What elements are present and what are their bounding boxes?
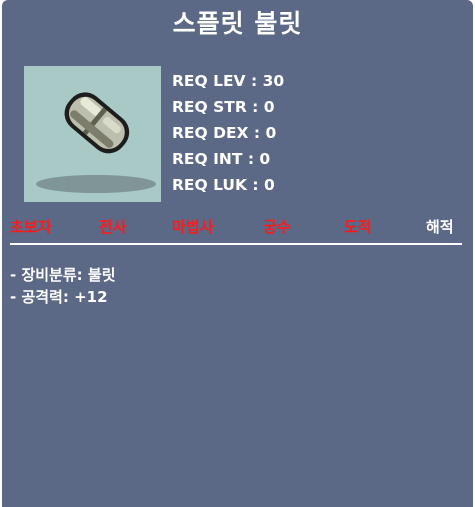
bullet-icon <box>36 92 156 193</box>
stat-attack: - 공격력: +12 <box>10 288 108 306</box>
job-warrior: 전사 <box>99 218 127 236</box>
divider <box>10 243 462 245</box>
job-list: 초보자 전사 마법사 궁수 도적 해적 <box>2 216 473 240</box>
stat-equipment-type: - 장비분류: 불릿 <box>10 266 116 284</box>
job-magician: 마법사 <box>172 218 214 236</box>
req-level: REQ LEV : 30 <box>172 72 285 90</box>
req-str: REQ STR : 0 <box>172 98 275 116</box>
job-thief: 도적 <box>344 218 372 236</box>
job-bowman: 궁수 <box>263 218 291 236</box>
req-luk: REQ LUK : 0 <box>172 176 275 194</box>
stats-list: - 장비분류: 불릿 - 공격력: +12 <box>10 264 116 308</box>
req-dex: REQ DEX : 0 <box>172 124 277 142</box>
job-beginner: 초보자 <box>10 218 52 236</box>
item-image-frame <box>24 66 161 202</box>
item-name: 스플릿 불릿 <box>172 9 303 38</box>
job-pirate: 해적 <box>426 218 454 236</box>
requirements-list: REQ LEV : 30 REQ STR : 0 REQ DEX : 0 REQ… <box>172 68 284 198</box>
req-int: REQ INT : 0 <box>172 150 271 168</box>
item-tooltip: 스플릿 불릿 REQ LEV : 30 REQ STR : 0 REQ DEX … <box>2 0 473 507</box>
